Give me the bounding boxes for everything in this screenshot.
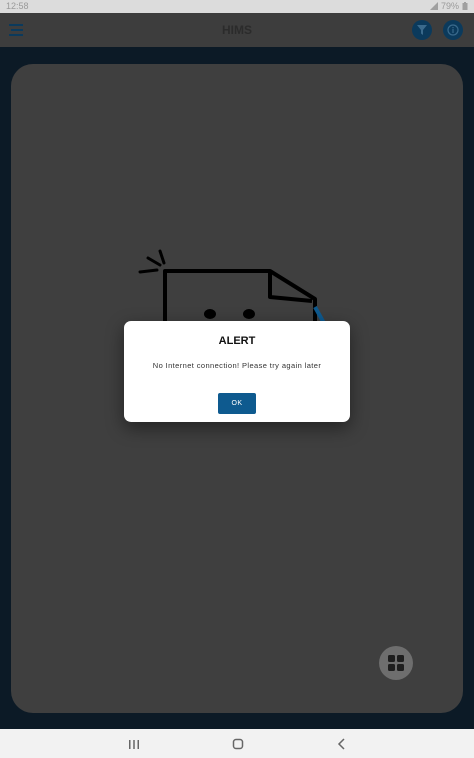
- alert-dialog: ALERT No Internet connection! Please try…: [124, 321, 350, 422]
- info-icon: [447, 24, 459, 36]
- dialog-message: No Internet connection! Please try again…: [152, 361, 322, 370]
- back-icon[interactable]: [334, 736, 350, 752]
- recents-icon[interactable]: [126, 736, 142, 752]
- battery-percent: 79%: [440, 1, 459, 11]
- app-bar: HIMS: [0, 13, 474, 47]
- grid-menu-button[interactable]: [379, 646, 413, 680]
- system-navigation-bar: [0, 729, 474, 758]
- battery-icon: [462, 2, 468, 10]
- filter-icon: [417, 25, 427, 35]
- status-time: 12:58: [6, 1, 29, 11]
- status-bar: 12:58 79%: [0, 0, 474, 13]
- wifi-icon: [429, 2, 438, 10]
- info-button[interactable]: [443, 20, 463, 40]
- status-icons: 79%: [429, 1, 468, 11]
- page-title: HIMS: [222, 23, 252, 37]
- home-icon[interactable]: [230, 736, 246, 752]
- filter-button[interactable]: [412, 20, 432, 40]
- ok-button[interactable]: OK: [218, 393, 256, 414]
- dialog-title: ALERT: [218, 335, 256, 347]
- grid-icon: [388, 655, 404, 671]
